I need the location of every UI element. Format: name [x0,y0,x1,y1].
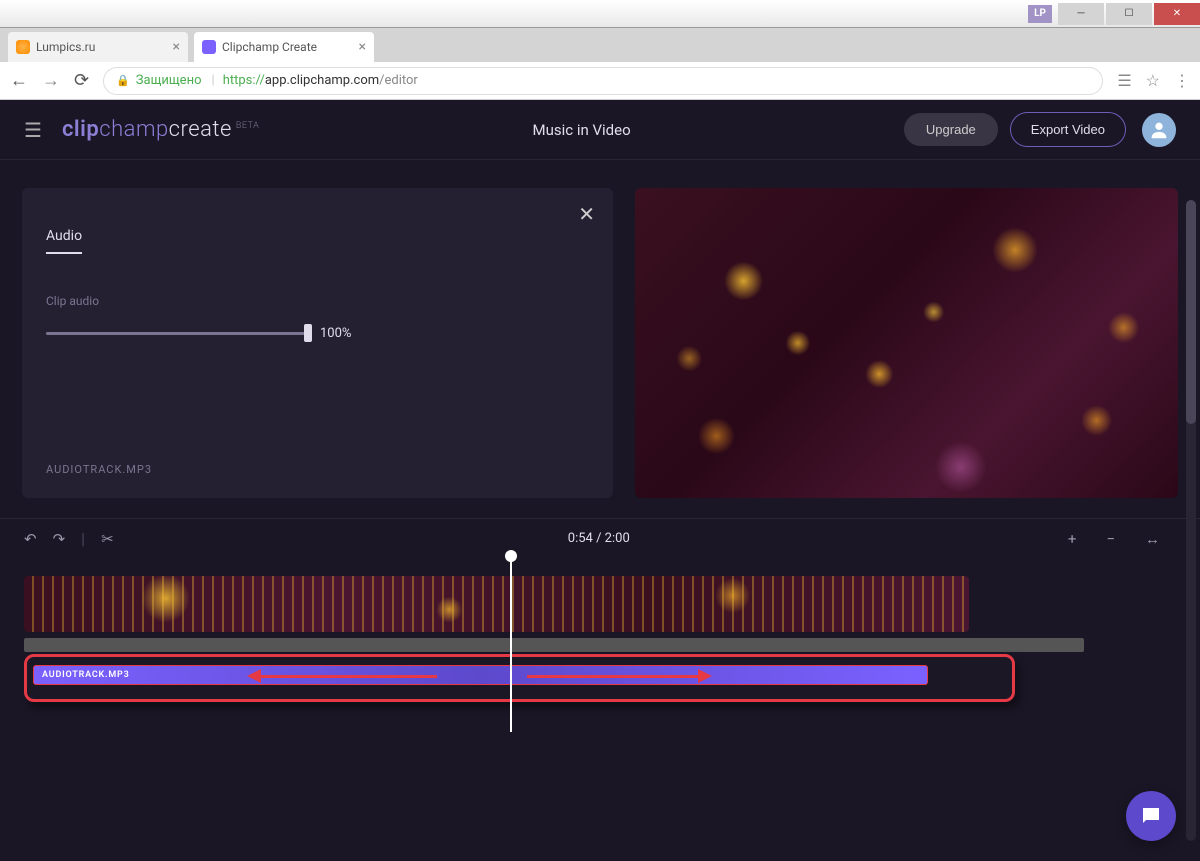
slider-label: Clip audio [46,294,589,308]
close-icon[interactable]: ✕ [578,202,595,226]
user-icon [1148,119,1170,141]
nav-back-button[interactable]: ← [10,70,28,91]
export-video-button[interactable]: Export Video [1010,112,1126,147]
undo-icon[interactable]: ↶ [24,530,37,548]
track-placeholder [24,638,1084,652]
playhead[interactable] [510,558,512,732]
window-maximize-button[interactable]: ☐ [1106,3,1152,25]
app-logo: clipchampcreateBETA [62,117,259,142]
bookmark-icon[interactable]: ☆ [1146,71,1160,90]
audio-panel: ✕ Audio Clip audio 100% AUDIOTRACK.MP3 [22,188,613,498]
hamburger-icon[interactable]: ☰ [24,118,42,142]
address-bar: ← → ⟳ 🔒 Защищено | https://app.clipchamp… [0,62,1200,100]
window-badge: LP [1028,5,1052,23]
zoom-controls: + − ↔ [1068,530,1176,548]
url-input[interactable]: 🔒 Защищено | https://app.clipchamp.com/e… [103,67,1103,95]
tab-favicon-icon [16,40,30,54]
lock-icon: 🔒 [116,74,130,87]
tab-close-icon[interactable]: × [173,39,180,55]
chat-button[interactable] [1126,791,1176,841]
browser-tabs: Lumpics.ru × Clipchamp Create × [0,28,1200,62]
app-header: ☰ clipchampcreateBETA Music in Video Upg… [0,100,1200,160]
url-path: /editor [379,73,418,88]
scrollbar-thumb[interactable] [1186,200,1196,424]
video-track-clip[interactable] [24,576,969,632]
annotation-arrow-left-icon [257,675,437,678]
secure-label: Защищено [136,73,202,88]
volume-slider[interactable] [46,332,306,335]
url-protocol: https:// [223,73,265,88]
url-domain: app.clipchamp.com [265,73,379,88]
panel-tab-audio[interactable]: Audio [46,228,82,254]
zoom-fit-icon[interactable]: ↔ [1145,530,1160,548]
project-title[interactable]: Music in Video [259,121,904,139]
slider-thumb[interactable] [304,324,312,342]
menu-icon[interactable]: ⋮ [1174,71,1190,90]
annotation-highlight: AUDIOTRACK.MP3 [24,654,1015,702]
upgrade-button[interactable]: Upgrade [904,113,998,146]
chat-icon [1139,804,1163,828]
app-container: ☰ clipchampcreateBETA Music in Video Upg… [0,100,1200,861]
timeline-timecode: 0:54 / 2:00 [130,531,1068,546]
translate-icon[interactable]: ☰ [1117,71,1131,90]
window-titlebar: LP ─ ☐ ✕ [0,0,1200,28]
redo-icon[interactable]: ↷ [53,530,66,548]
annotation-arrow-right-icon [527,675,702,678]
clip-filename: AUDIOTRACK.MP3 [46,463,152,476]
editor-main: ✕ Audio Clip audio 100% AUDIOTRACK.MP3 [0,160,1200,518]
tab-favicon-icon [202,40,216,54]
zoom-out-icon[interactable]: − [1106,530,1115,548]
audio-track-clip[interactable]: AUDIOTRACK.MP3 [33,665,928,685]
nav-reload-button[interactable]: ⟳ [74,70,89,91]
zoom-in-icon[interactable]: + [1068,530,1077,548]
slider-value: 100% [320,326,351,341]
playhead-handle-icon[interactable] [505,550,517,562]
scissors-icon[interactable]: ✂ [101,530,114,548]
clip-audio-control: Clip audio 100% [46,294,589,341]
browser-tab[interactable]: Clipchamp Create × [194,32,374,62]
tab-title: Lumpics.ru [36,40,95,54]
video-preview[interactable] [635,188,1178,498]
timeline-toolbar: ↶ ↷ | ✂ 0:54 / 2:00 + − ↔ [0,518,1200,558]
browser-tab[interactable]: Lumpics.ru × [8,32,188,62]
timeline[interactable]: AUDIOTRACK.MP3 [0,558,1200,742]
window-minimize-button[interactable]: ─ [1058,3,1104,25]
nav-forward-button[interactable]: → [42,70,60,91]
audio-clip-label: AUDIOTRACK.MP3 [42,670,130,680]
tab-close-icon[interactable]: × [359,39,366,55]
scrollbar[interactable] [1186,200,1196,841]
tab-title: Clipchamp Create [222,40,317,54]
window-close-button[interactable]: ✕ [1154,3,1200,25]
avatar[interactable] [1142,113,1176,147]
